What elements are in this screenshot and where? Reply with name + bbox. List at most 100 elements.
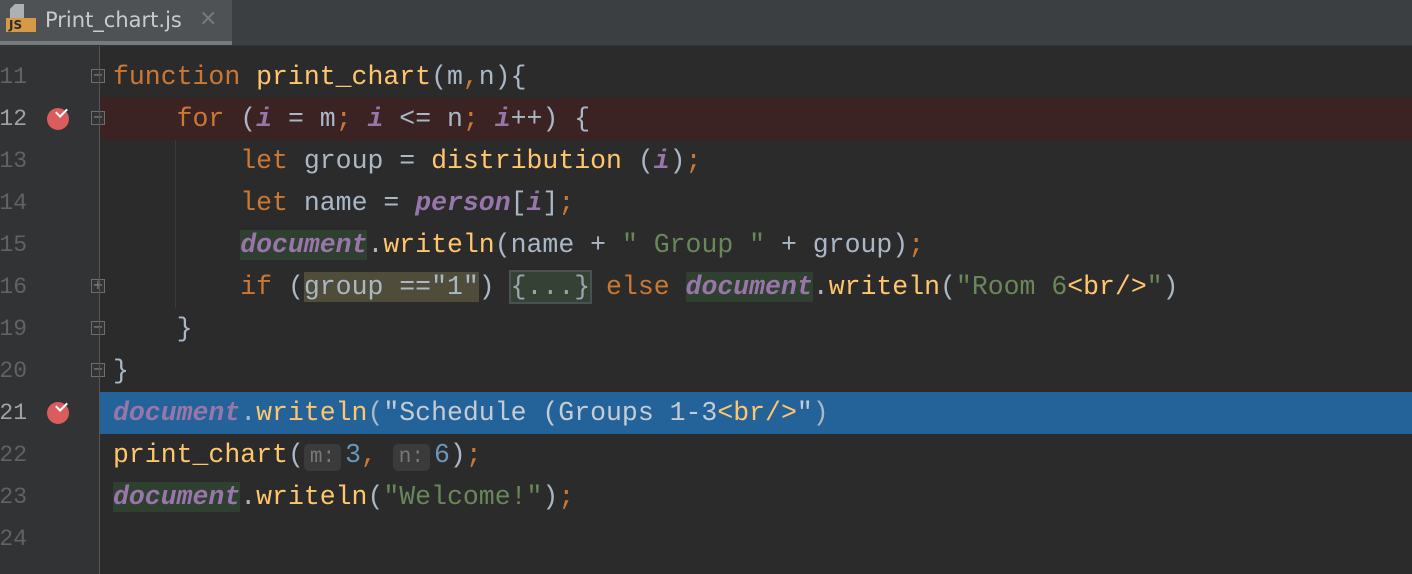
code-token: ; <box>685 146 702 176</box>
code-token: group =="1" <box>303 272 479 302</box>
code-token: writeln <box>256 482 368 512</box>
line-number: 21 <box>0 400 27 426</box>
code-line[interactable]: 15 document.writeln(name + " Group " + g… <box>0 224 1412 266</box>
code-token: i <box>494 104 511 134</box>
code-token: ; <box>908 230 925 260</box>
line-number: 16 <box>0 274 27 300</box>
close-icon[interactable]: × <box>199 6 217 31</box>
code-token: else <box>590 272 686 302</box>
code-text: document.writeln(name + " Group " + grou… <box>113 224 924 266</box>
line-number: 22 <box>0 442 27 468</box>
code-token: " <box>1146 272 1163 302</box>
tab-print-chart-js[interactable]: JS Print_chart.js × <box>0 0 232 45</box>
code-token: i <box>256 104 273 134</box>
line-number: 20 <box>0 358 27 384</box>
code-token: <br/> <box>717 398 797 428</box>
line-number: 24 <box>0 526 27 552</box>
code-token: = m <box>272 104 336 134</box>
editor-tab-bar: JS Print_chart.js × <box>0 0 1412 46</box>
code-token: let <box>240 146 304 176</box>
code-token: print_chart <box>113 440 288 470</box>
code-line[interactable]: 24 <box>0 518 1412 560</box>
code-token: ) <box>478 272 511 302</box>
collapse-fold-icon[interactable]: − <box>91 111 105 125</box>
code-token: . <box>367 230 384 260</box>
line-number: 13 <box>0 148 27 174</box>
line-number: 15 <box>0 232 27 258</box>
code-token: (name + <box>494 230 622 260</box>
code-token: ) <box>1162 272 1179 302</box>
code-token: ) <box>669 146 686 176</box>
breakpoint-icon[interactable] <box>47 402 69 424</box>
code-line[interactable]: 22 print_chart(m: 3, n: 6); <box>0 434 1412 476</box>
code-token: person <box>415 188 511 218</box>
breakpoint-icon[interactable] <box>47 108 69 130</box>
code-text: } <box>113 308 193 350</box>
collapse-fold-icon[interactable]: − <box>91 363 105 377</box>
indent-guide <box>175 140 176 308</box>
line-number: 19 <box>0 316 27 342</box>
code-text: document.writeln("Welcome!"); <box>113 476 574 518</box>
code-line[interactable]: 13 let group = distribution (i); <box>0 140 1412 182</box>
code-token: "Welcome!" <box>383 482 543 512</box>
code-line[interactable]: 23 document.writeln("Welcome!"); <box>0 476 1412 518</box>
code-token: writeln <box>256 398 368 428</box>
code-token: ( <box>287 440 304 470</box>
code-token: print_chart <box>256 62 432 92</box>
code-token: , <box>462 62 479 92</box>
code-token: } <box>113 314 193 344</box>
execution-line[interactable]: 21 document.writeln("Schedule (Groups 1-3… <box>0 392 1412 434</box>
code-token: ; <box>558 482 575 512</box>
line-number: 12 <box>0 106 27 132</box>
code-token: ] <box>542 188 559 218</box>
code-text: function print_chart(m,n){ <box>113 56 527 98</box>
code-token: ( <box>287 272 304 302</box>
tab-title: Print_chart.js <box>45 8 182 32</box>
code-line[interactable]: 16 + if (group =="1") {...} else document… <box>0 266 1412 308</box>
code-token: writeln <box>383 230 495 260</box>
line-number: 23 <box>0 484 27 510</box>
code-text: let name = person[i]; <box>113 182 574 224</box>
expand-fold-icon[interactable]: + <box>91 279 105 293</box>
code-token: ) <box>542 482 559 512</box>
code-token: function <box>113 62 257 92</box>
code-token: document <box>685 272 813 302</box>
code-token: document <box>240 230 368 260</box>
code-token: writeln <box>828 272 941 302</box>
code-line[interactable]: 14 let name = person[i]; <box>0 182 1412 224</box>
code-token: . <box>240 398 257 428</box>
parameter-hint: m: <box>303 444 342 471</box>
code-token: for <box>176 104 241 134</box>
code-token: ( <box>621 146 654 176</box>
code-line[interactable]: 20 −} <box>0 350 1412 392</box>
code-token: ++) { <box>510 104 591 134</box>
code-line[interactable]: 12− for (i = m; i <= n; i++) { <box>0 98 1412 140</box>
code-token: ( <box>940 272 956 302</box>
collapse-fold-icon[interactable]: − <box>91 69 105 83</box>
code-token: ( <box>367 482 384 512</box>
parameter-hint: n: <box>392 444 430 471</box>
code-token: <= n <box>383 104 463 134</box>
collapse-fold-icon[interactable]: − <box>91 321 105 335</box>
code-token: n){ <box>478 62 527 92</box>
code-token: name = <box>303 188 416 218</box>
code-token: } <box>113 356 129 386</box>
code-token: ; <box>462 104 495 134</box>
code-token: " Group " <box>621 230 766 260</box>
code-line[interactable]: 19 − } <box>0 308 1412 350</box>
gutter-divider <box>99 46 100 574</box>
folded-block[interactable]: {...} <box>508 270 593 304</box>
code-token: "Schedule (Groups 1-3 <box>383 398 718 428</box>
code-text: document.writeln("Schedule (Groups 1-3<b… <box>113 392 829 434</box>
code-token: if <box>240 272 288 302</box>
code-token: " <box>796 398 813 428</box>
code-token: distribution <box>431 146 622 176</box>
code-token: i <box>653 146 670 176</box>
code-token: ; <box>558 188 575 218</box>
line-number: 11 <box>0 64 27 90</box>
code-line[interactable]: 11 − function print_chart(m,n){ <box>0 56 1412 98</box>
code-token: <br/> <box>1067 272 1147 302</box>
code-token: (m <box>431 62 463 92</box>
